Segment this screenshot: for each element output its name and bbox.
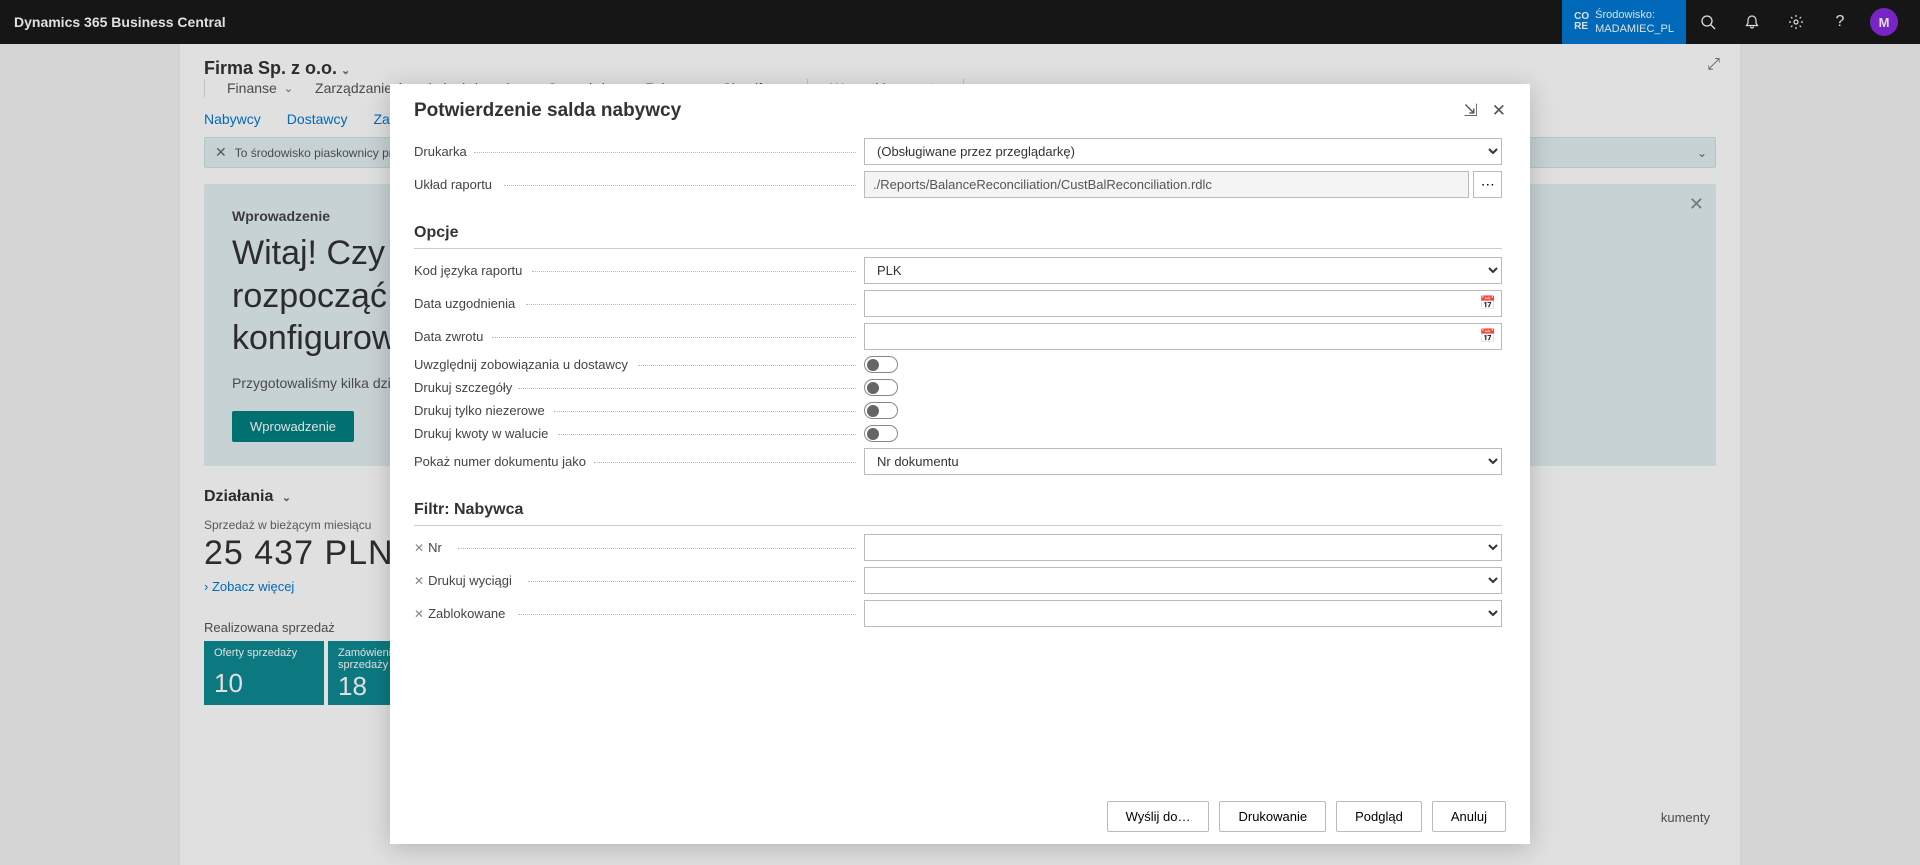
layout-input[interactable] <box>864 171 1469 198</box>
filter-remove-icon[interactable]: ✕ <box>414 574 424 588</box>
filter-nr-input[interactable] <box>864 534 1502 561</box>
printer-select[interactable]: (Obsługiwane przez przeglądarkę) <box>864 138 1502 165</box>
close-icon[interactable]: ✕ <box>1492 101 1506 121</box>
date2-label: Data zwrotu <box>414 329 483 344</box>
options-section: Opcje <box>414 204 1502 249</box>
date2-input[interactable] <box>864 323 1502 350</box>
cancel-button[interactable]: Anuluj <box>1432 801 1506 832</box>
layout-more-button[interactable]: ⋯ <box>1473 171 1502 198</box>
date1-input[interactable] <box>864 290 1502 317</box>
tog3-label: Drukuj tylko niezerowe <box>414 403 545 418</box>
f1-label: Nr <box>428 540 442 555</box>
toggle-currency[interactable] <box>864 425 898 442</box>
send-button[interactable]: Wyślij do… <box>1107 801 1210 832</box>
modal-header: Potwierdzenie salda nabywcy ⇲ ✕ <box>390 84 1530 132</box>
lang-label: Kod języka raportu <box>414 263 522 278</box>
lang-select[interactable]: PLK <box>864 257 1502 284</box>
f3-label: Zablokowane <box>428 606 505 621</box>
tog2-label: Drukuj szczegóły <box>414 380 512 395</box>
tog4-label: Drukuj kwoty w walucie <box>414 426 548 441</box>
modal: Potwierdzenie salda nabywcy ⇲ ✕ Drukarka… <box>390 84 1530 844</box>
toggle-nonzero[interactable] <box>864 402 898 419</box>
docnum-select[interactable]: Nr dokumentu <box>864 448 1502 475</box>
filter-print-input[interactable] <box>864 567 1502 594</box>
tog1-label: Uwzględnij zobowiązania u dostawcy <box>414 357 628 372</box>
printer-label: Drukarka <box>414 144 467 159</box>
layout-label: Układ raportu <box>414 177 492 192</box>
date1-label: Data uzgodnienia <box>414 296 515 311</box>
filter-blocked-input[interactable] <box>864 600 1502 627</box>
modal-overlay: Potwierdzenie salda nabywcy ⇲ ✕ Drukarka… <box>0 0 1920 865</box>
filter-remove-icon[interactable]: ✕ <box>414 607 424 621</box>
modal-footer: Wyślij do… Drukowanie Podgląd Anuluj <box>390 789 1530 844</box>
docnum-label: Pokaż numer dokumentu jako <box>414 454 586 469</box>
modal-title: Potwierdzenie salda nabywcy <box>414 100 681 122</box>
f2-label: Drukuj wyciągi <box>428 573 512 588</box>
filter-remove-icon[interactable]: ✕ <box>414 541 424 555</box>
preview-button[interactable]: Podgląd <box>1336 801 1422 832</box>
toggle-vendor-liab[interactable] <box>864 356 898 373</box>
filter-section: Filtr: Filtr: NabywcaNabywca <box>414 481 1502 526</box>
print-button[interactable]: Drukowanie <box>1219 801 1326 832</box>
minimize-icon[interactable]: ⇲ <box>1464 101 1478 121</box>
modal-body: Drukarka (Obsługiwane przez przeglądarkę… <box>390 132 1530 789</box>
toggle-print-details[interactable] <box>864 379 898 396</box>
